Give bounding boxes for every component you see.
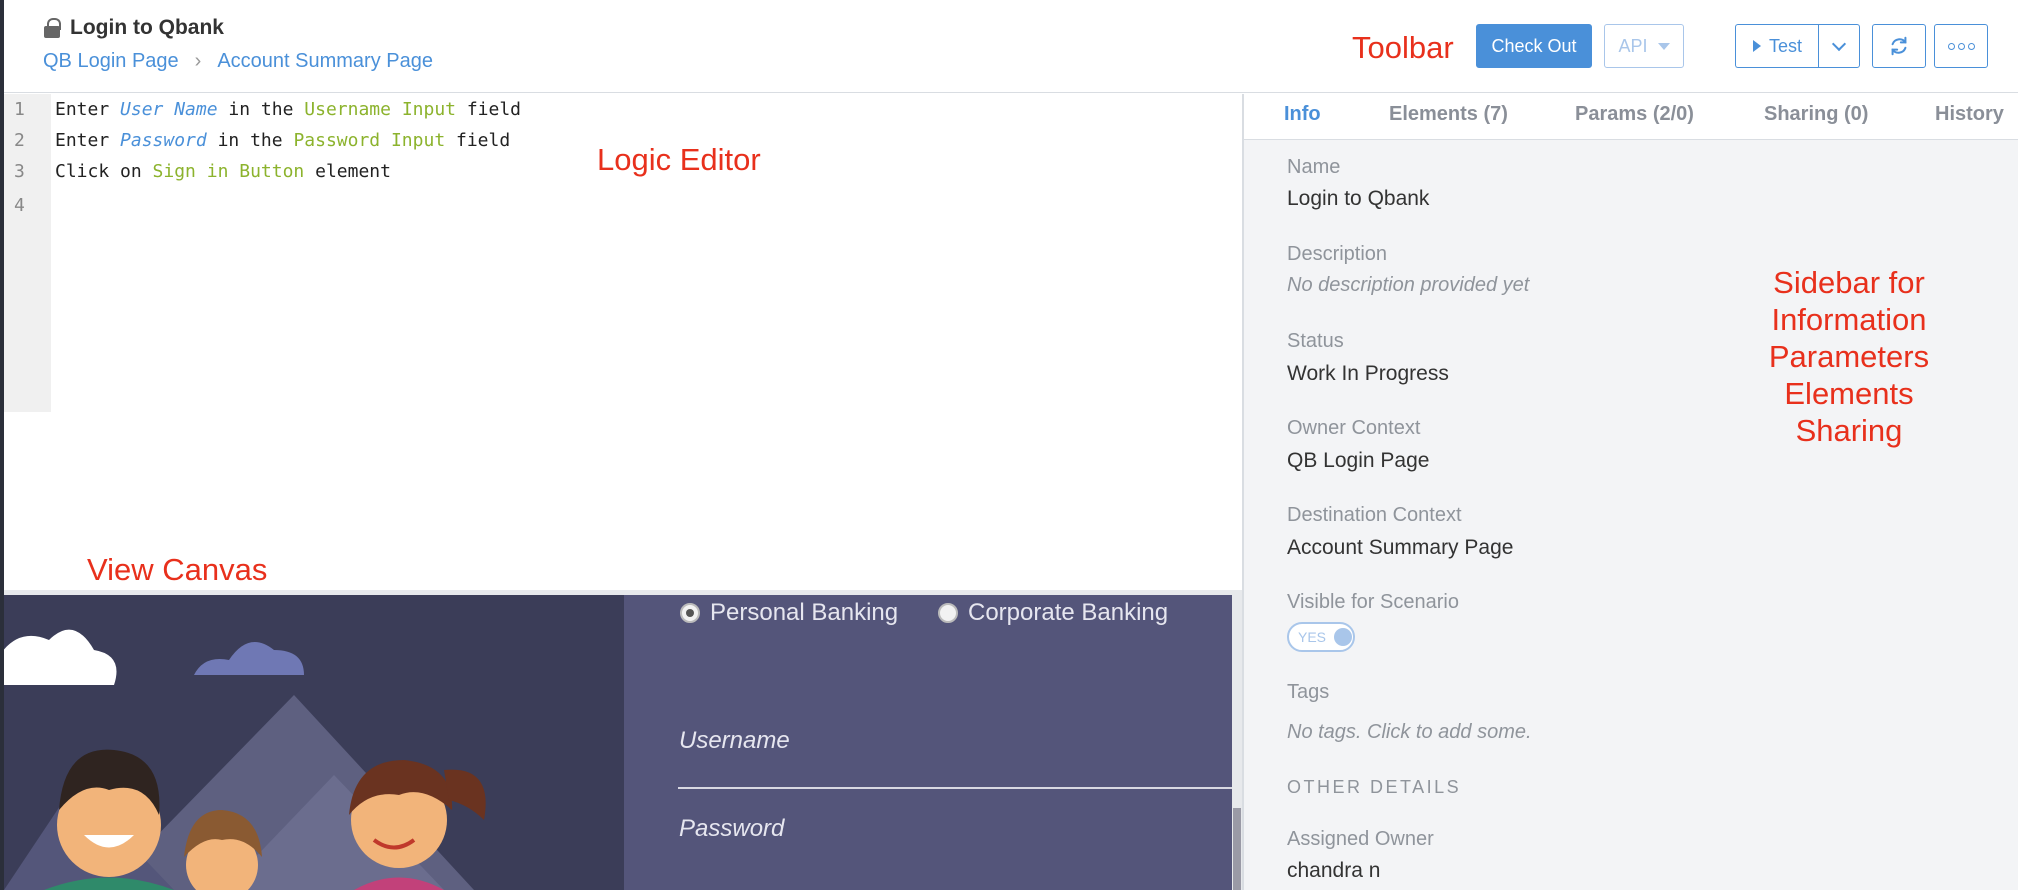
visible-for-scenario-label: Visible for Scenario [1287, 591, 1459, 613]
api-label: API [1618, 35, 1648, 56]
title-row: Login to Qbank [44, 16, 224, 40]
name-label: Name [1287, 156, 1341, 178]
annotation-sidebar-line: Parameters [1768, 339, 1930, 374]
line-number: 1 [14, 99, 25, 120]
radio-personal-banking[interactable]: Personal Banking [680, 599, 898, 627]
info-sidebar: Info Elements (7) Params (2/0) Sharing (… [1244, 94, 2018, 890]
check-out-button[interactable]: Check Out [1476, 24, 1592, 68]
breadcrumb-item-login-page[interactable]: QB Login Page [43, 50, 179, 73]
plain-token: field [445, 130, 511, 151]
view-canvas[interactable]: Personal Banking Corporate Banking Usern… [4, 595, 1234, 890]
chevron-down-icon [1831, 36, 1847, 51]
canvas-password-field[interactable]: Password [679, 815, 784, 843]
description-value[interactable]: No description provided yet [1287, 274, 1529, 297]
param-token: User Name [120, 99, 218, 120]
tab-info[interactable]: Info [1284, 103, 1321, 126]
caret-down-icon [1657, 42, 1670, 50]
toggle-yes-label: YES [1298, 629, 1327, 645]
visible-for-scenario-toggle[interactable]: YES [1287, 622, 1355, 652]
canvas-scrollbar-thumb[interactable] [1233, 808, 1241, 890]
tab-params[interactable]: Params (2/0) [1575, 103, 1694, 126]
tags-label: Tags [1287, 681, 1330, 703]
line-number: 2 [14, 130, 25, 151]
owner-context-value[interactable]: QB Login Page [1287, 449, 1429, 473]
radio-personal-label: Personal Banking [710, 599, 899, 626]
logic-editor[interactable]: 1 Enter User Name in the Username Input f… [4, 94, 1242, 592]
test-options-dropdown[interactable] [1818, 24, 1860, 68]
name-value[interactable]: Login to Qbank [1287, 187, 1429, 211]
param-token: Password [120, 130, 207, 151]
plain-token: Click on [55, 161, 153, 182]
assigned-owner-value[interactable]: chandra n [1287, 859, 1380, 883]
other-details-heading: OTHER DETAILS [1287, 777, 1462, 797]
more-dot-icon [1967, 42, 1975, 50]
owner-context-label: Owner Context [1287, 417, 1421, 439]
page-title: Login to Qbank [70, 16, 224, 39]
annotation-sidebar-line: Elements [1784, 376, 1914, 411]
left-rail [0, 0, 4, 890]
radio-button-icon [680, 603, 700, 623]
more-dot-icon [1947, 42, 1955, 50]
code-line[interactable]: 4 [4, 190, 55, 221]
assigned-owner-label: Assigned Owner [1287, 828, 1434, 850]
tags-value[interactable]: No tags. Click to add some. [1287, 721, 1532, 744]
description-label: Description [1287, 243, 1388, 265]
sidebar-tabs: Info Elements (7) Params (2/0) Sharing (… [1244, 94, 2018, 140]
api-dropdown-button[interactable]: API [1604, 24, 1684, 68]
line-number: 3 [14, 161, 25, 182]
annotation-sidebar-line: Sidebar for [1773, 265, 1925, 300]
plain-token: in the [217, 99, 305, 120]
annotation-sidebar: Sidebar for Information Parameters Elements… [1699, 264, 1999, 449]
header: Login to Qbank QB Login Page › Account S… [0, 0, 2018, 93]
breadcrumb-item-account-summary[interactable]: Account Summary Page [217, 50, 433, 73]
line-number: 4 [14, 195, 25, 216]
chevron-right-icon: › [194, 50, 202, 72]
canvas-illustration [4, 629, 486, 890]
more-options-button[interactable] [1934, 24, 1988, 68]
refresh-icon [1891, 36, 1907, 56]
element-token: Sign in Button [152, 161, 305, 182]
plain-token: Enter [55, 130, 121, 151]
lock-icon [44, 18, 61, 38]
radio-button-icon [938, 603, 958, 623]
plain-token: element [304, 161, 391, 182]
annotation-sidebar-line: Sharing [1795, 413, 1903, 448]
code-text: Enter User Name in the Username Input fi… [55, 99, 521, 120]
annotation-toolbar: Toolbar [1352, 30, 1454, 65]
plain-token: Enter [55, 99, 121, 120]
element-token: Username Input [304, 99, 456, 120]
annotation-view-canvas: View Canvas [87, 552, 268, 587]
toggle-knob [1334, 628, 1353, 646]
element-token: Password Input [293, 130, 446, 151]
plain-token: field [456, 99, 522, 120]
breadcrumb: QB Login Page › Account Summary Page [43, 50, 433, 73]
refresh-button[interactable] [1872, 24, 1926, 68]
plain-token: in the [206, 130, 294, 151]
code-text: Click on Sign in Button element [55, 161, 391, 182]
tab-history[interactable]: History [1935, 103, 2004, 126]
more-dot-icon [1957, 42, 1965, 50]
annotation-sidebar-line: Information [1771, 302, 1927, 337]
radio-corporate-label: Corporate Banking [968, 599, 1169, 626]
status-value[interactable]: Work In Progress [1287, 362, 1449, 386]
destination-context-label: Destination Context [1287, 504, 1462, 526]
test-button[interactable]: Test [1735, 24, 1819, 68]
code-line[interactable]: 2 Enter Password in the Password Input fi… [4, 125, 510, 156]
play-icon [1752, 40, 1761, 52]
check-out-label: Check Out [1491, 35, 1577, 56]
canvas-username-field[interactable]: Username [679, 727, 790, 755]
test-label: Test [1768, 35, 1802, 56]
annotation-logic-editor: Logic Editor [597, 142, 761, 177]
code-line[interactable]: 1 Enter User Name in the Username Input f… [4, 94, 521, 125]
username-underline [678, 787, 1234, 789]
radio-corporate-banking[interactable]: Corporate Banking [938, 599, 1168, 627]
tab-elements[interactable]: Elements (7) [1389, 103, 1508, 126]
status-label: Status [1287, 330, 1344, 352]
code-text: Enter Password in the Password Input fie… [55, 130, 510, 151]
destination-context-value[interactable]: Account Summary Page [1287, 536, 1513, 560]
code-line[interactable]: 3 Click on Sign in Button element [4, 156, 391, 187]
tab-sharing[interactable]: Sharing (0) [1764, 103, 1868, 126]
